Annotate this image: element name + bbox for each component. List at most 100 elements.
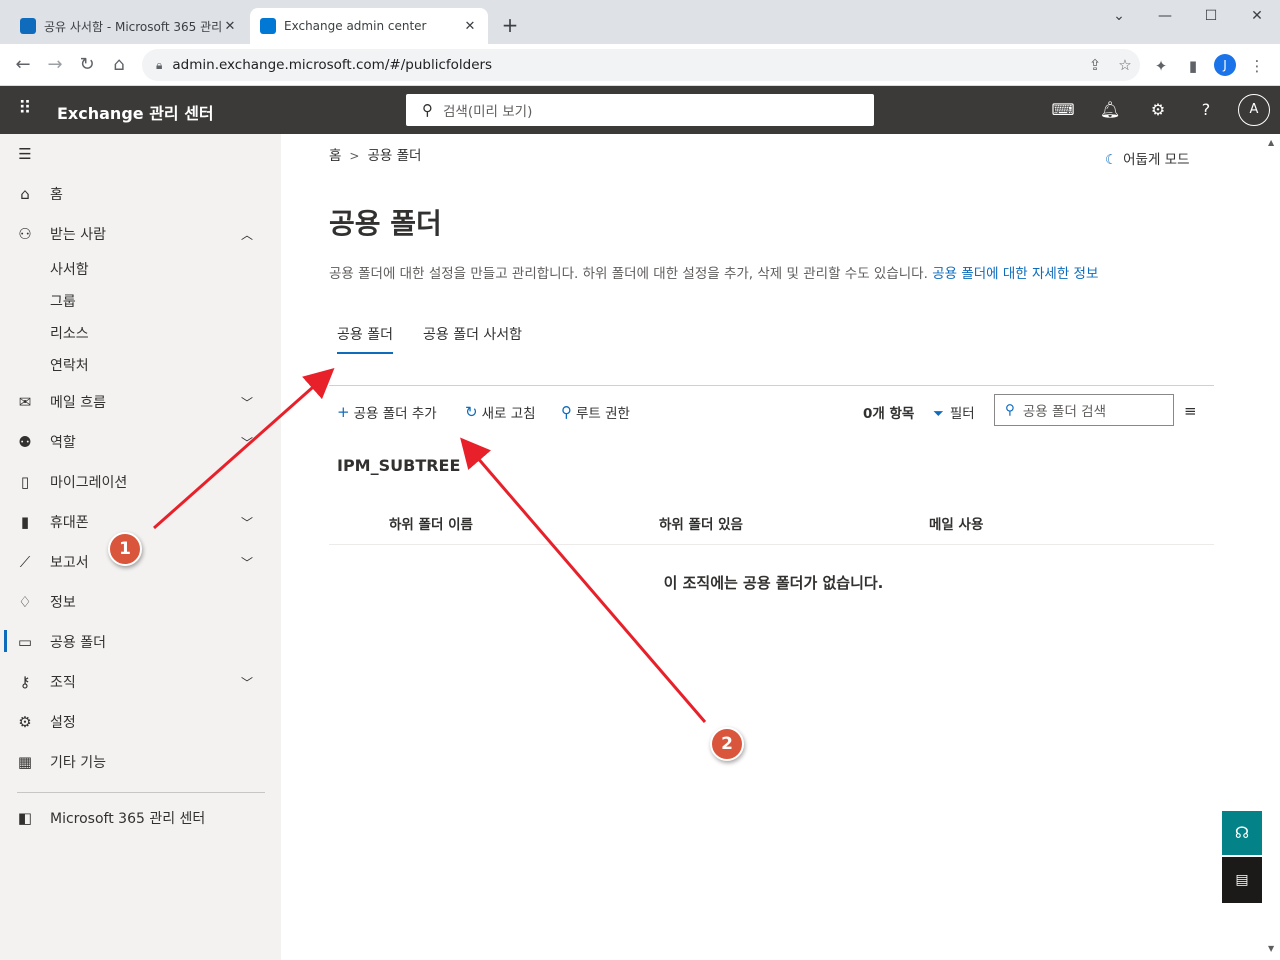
close-tab-icon[interactable]: ✕ <box>222 19 238 34</box>
help-icon[interactable]: ? <box>1194 98 1218 122</box>
nav-label: 설정 <box>50 715 76 731</box>
support-headset-button[interactable]: ☊ <box>1222 811 1262 855</box>
terminal-icon[interactable]: ⌨ <box>1051 98 1075 122</box>
view-options-icon[interactable]: ≡ <box>1184 402 1197 420</box>
nav-label: 기타 기능 <box>50 755 106 771</box>
nav-label: 정보 <box>50 595 76 611</box>
nav-item-home[interactable]: ⌂ 홈 <box>0 174 281 214</box>
breadcrumb-home[interactable]: 홈 <box>329 148 341 164</box>
browser-tab-shared-mailbox[interactable]: 공유 사서함 - Microsoft 365 관리 ✕ <box>10 8 248 44</box>
browser-tab-exchange[interactable]: Exchange admin center ✕ <box>250 8 488 44</box>
mail-icon: ✉ <box>18 393 32 411</box>
chevron-down-icon[interactable]: ⌄ <box>1096 4 1142 28</box>
nav-item-public-folders[interactable]: ▭ 공용 폴더 <box>0 622 281 662</box>
exchange-favicon-icon <box>260 18 276 34</box>
nav-item-migration[interactable]: ▯ 마이그레이션 <box>0 462 281 502</box>
chevron-down-icon: ﹀ <box>241 395 254 410</box>
nav-subitem-groups[interactable]: 그룹 <box>50 286 76 318</box>
learn-more-link[interactable]: 공용 폴더에 대한 자세한 정보 <box>932 266 1098 282</box>
nav-item-other-features[interactable]: ▦ 기타 기능 <box>0 742 281 782</box>
section-title: IPM_SUBTREE <box>337 456 461 475</box>
profile-avatar[interactable]: J <box>1214 54 1236 76</box>
app-launcher-icon[interactable]: ⠿ <box>14 98 36 120</box>
breadcrumb-current: 공용 폴더 <box>367 148 422 164</box>
side-panel-icon[interactable]: ▮ <box>1181 54 1205 78</box>
new-tab-icon[interactable]: + <box>498 13 522 37</box>
bookmark-star-icon[interactable]: ☆ <box>1110 56 1140 74</box>
address-bar[interactable]: 🔒︎ admin.exchange.microsoft.com/#/public… <box>142 49 1140 81</box>
nav-label: 마이그레이션 <box>50 475 128 491</box>
tab-title: 공유 사서함 - Microsoft 365 관리 <box>44 19 222 34</box>
filter-label: 필터 <box>949 406 975 422</box>
headset-icon: ☊ <box>1234 823 1250 842</box>
nav-collapse-button[interactable]: ☰ <box>0 134 281 174</box>
menu-kebab-icon[interactable]: ⋮ <box>1245 54 1269 78</box>
settings-icon: ⚙ <box>18 713 32 731</box>
chevron-up-icon: ︿ <box>241 227 254 242</box>
maximize-icon[interactable]: ☐ <box>1188 4 1234 28</box>
feedback-button[interactable]: ▤ <box>1222 857 1262 903</box>
nav-label: Microsoft 365 관리 센터 <box>50 811 206 827</box>
close-tab-icon[interactable]: ✕ <box>462 19 478 34</box>
search-icon: ⚲ <box>422 101 433 119</box>
office-icon: ◧ <box>17 809 33 827</box>
dark-mode-label: 어둡게 모드 <box>1123 152 1190 168</box>
public-folder-search-input[interactable]: ⚲ 공용 폴더 검색 <box>994 394 1174 426</box>
share-icon[interactable]: ⇪ <box>1080 56 1110 74</box>
forward-icon[interactable]: → <box>42 52 68 78</box>
nav-item-organization[interactable]: ⚷ 조직 ﹀ <box>0 662 281 702</box>
nav-label: 휴대폰 <box>50 515 89 531</box>
nav-item-m365-admin-center[interactable]: ◧ Microsoft 365 관리 센터 <box>0 798 281 838</box>
dark-mode-toggle[interactable]: ☾ 어둡게 모드 <box>1105 148 1190 168</box>
bell-icon[interactable]: 🔔︎ <box>1098 98 1122 122</box>
item-count: 0개 항목 <box>863 406 915 422</box>
reload-icon[interactable]: ↻ <box>74 52 100 78</box>
nav-label: 조직 <box>50 675 76 691</box>
nav-divider <box>17 792 265 793</box>
nav-label: 홈 <box>50 187 63 203</box>
app-title[interactable]: Exchange 관리 센터 <box>57 100 214 124</box>
extensions-icon[interactable]: ✦ <box>1149 54 1173 78</box>
nav-subitem-resources[interactable]: 리소스 <box>50 318 89 350</box>
scroll-up-icon[interactable]: ▲ <box>1268 138 1274 147</box>
root-permissions-button[interactable]: ⚲ 루트 권한 <box>561 402 630 422</box>
home-browser-icon[interactable]: ⌂ <box>106 52 132 78</box>
add-public-folder-button[interactable]: + 공용 폴더 추가 <box>337 402 437 422</box>
scroll-down-icon[interactable]: ▼ <box>1268 944 1274 953</box>
nav-subitem-contacts[interactable]: 연락처 <box>50 350 89 382</box>
column-header-mail-enabled[interactable]: 메일 사용 <box>929 513 983 533</box>
moon-icon: ☾ <box>1105 152 1118 168</box>
minimize-icon[interactable]: — <box>1142 4 1188 28</box>
header-search-input[interactable]: ⚲ 검색(미리 보기) <box>406 94 874 126</box>
column-header-has-subfolders[interactable]: 하위 폴더 있음 <box>659 513 743 533</box>
column-header-subfolder-name[interactable]: 하위 폴더 이름 <box>389 513 473 533</box>
scrollbar[interactable]: ▲ ▼ <box>1266 134 1280 960</box>
nav-item-roles[interactable]: ⚉ 역할 ﹀ <box>0 422 281 462</box>
user-avatar[interactable]: A <box>1238 94 1270 126</box>
migration-icon: ▯ <box>20 473 30 491</box>
filter-button[interactable]: ⏷ 필터 <box>933 402 975 422</box>
back-icon[interactable]: ← <box>10 52 36 78</box>
gear-icon[interactable]: ⚙ <box>1146 98 1170 122</box>
tab-public-folder-mailboxes[interactable]: 공용 폴더 사서함 <box>423 324 522 344</box>
divider <box>329 544 1214 545</box>
nav-item-insights[interactable]: ♢ 정보 <box>0 582 281 622</box>
nav-item-mail-flow[interactable]: ✉ 메일 흐름 ﹀ <box>0 382 281 422</box>
refresh-button[interactable]: ↻ 새로 고침 <box>465 402 536 422</box>
app-header: ⠿ Exchange 관리 센터 ⚲ 검색(미리 보기) ⌨ 🔔︎ ⚙ ? A <box>0 86 1280 134</box>
nav-item-mobile[interactable]: ▮ 휴대폰 ﹀ <box>0 502 281 542</box>
chevron-down-icon: ﹀ <box>241 555 254 570</box>
nav-label: 메일 흐름 <box>50 395 106 411</box>
tab-public-folders[interactable]: 공용 폴더 <box>337 324 393 354</box>
breadcrumb-separator: > <box>349 149 360 163</box>
nav-item-recipients[interactable]: ⚇ 받는 사람 ︿ <box>0 214 281 254</box>
close-window-icon[interactable]: ✕ <box>1234 4 1280 28</box>
nav-item-settings[interactable]: ⚙ 설정 <box>0 702 281 742</box>
search-placeholder: 공용 폴더 검색 <box>1022 404 1106 420</box>
chevron-down-icon: ﹀ <box>241 435 254 450</box>
nav-subitem-mailboxes[interactable]: 사서함 <box>50 254 89 286</box>
annotation-badge-2: 2 <box>710 727 744 761</box>
url-text[interactable]: admin.exchange.microsoft.com/#/publicfol… <box>172 57 1080 73</box>
page-description: 공용 폴더에 대한 설정을 만들고 관리합니다. 하위 폴더에 대한 설정을 추… <box>329 262 1098 282</box>
key-search-icon: ⚲ <box>561 403 572 421</box>
